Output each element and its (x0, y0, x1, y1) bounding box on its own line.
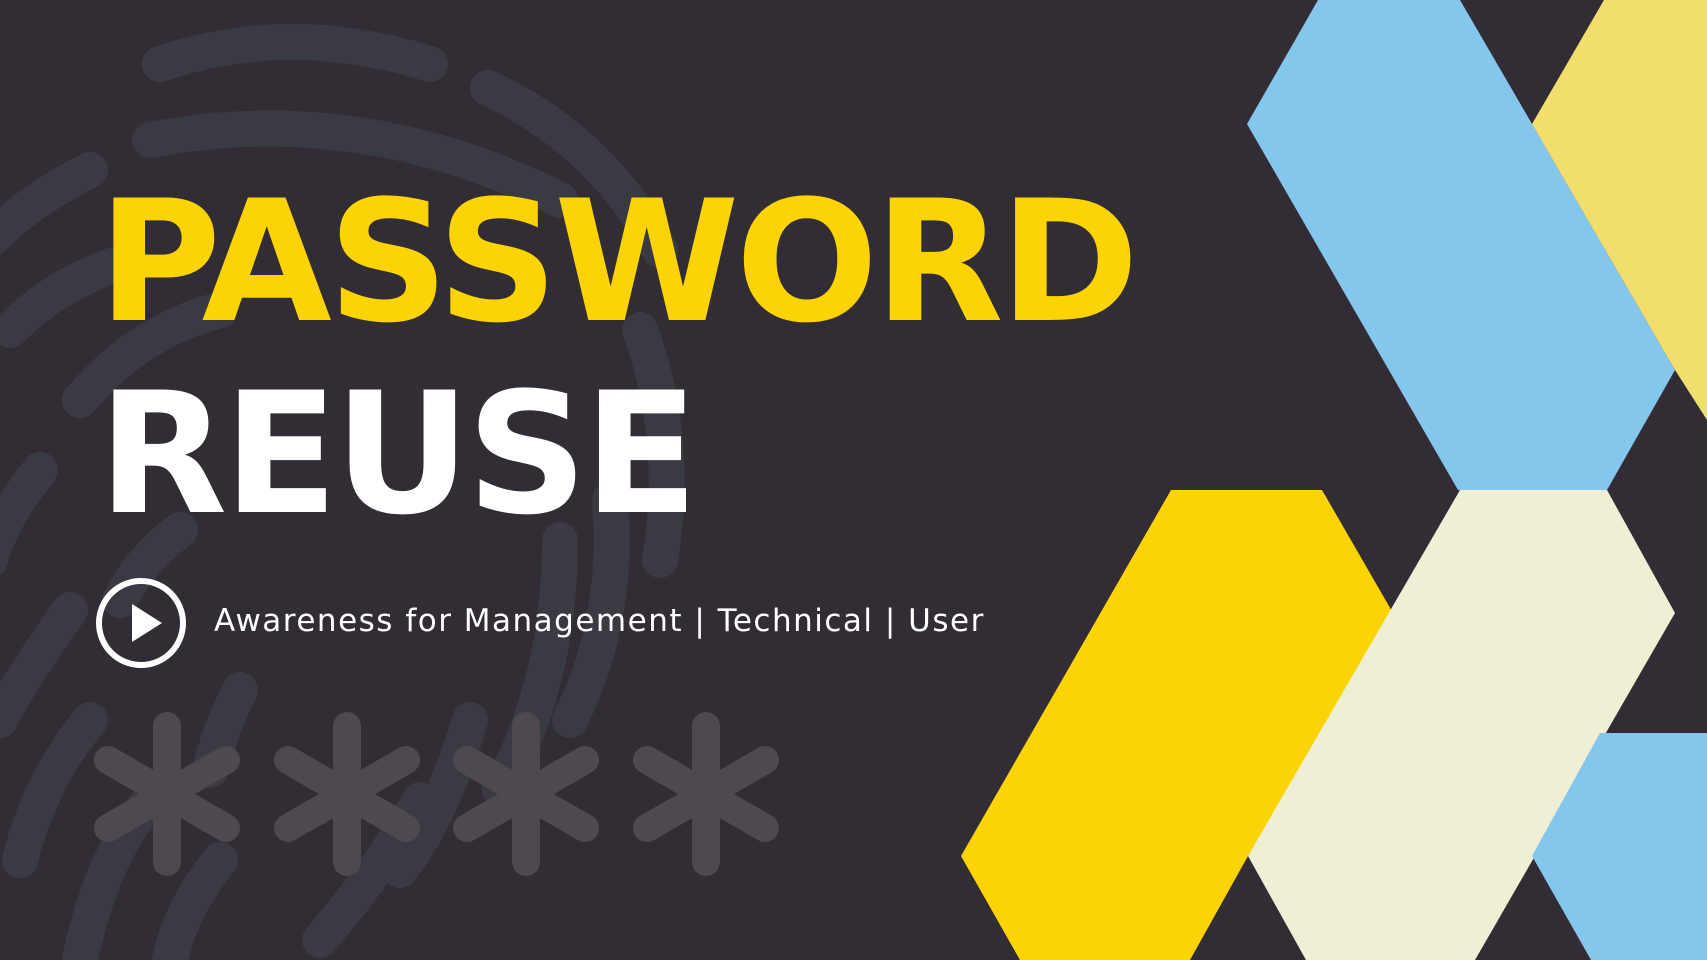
play-icon (132, 604, 162, 642)
slide: PASSWORD REUSE Awareness for Management … (0, 0, 1707, 960)
title-line-password: PASSWORD (98, 164, 1139, 360)
title-line-reuse: REUSE (98, 356, 698, 552)
asterisk-icon-4 (633, 712, 779, 876)
subtitle: Awareness for Management | Technical | U… (214, 603, 985, 639)
play-button[interactable] (96, 578, 186, 668)
